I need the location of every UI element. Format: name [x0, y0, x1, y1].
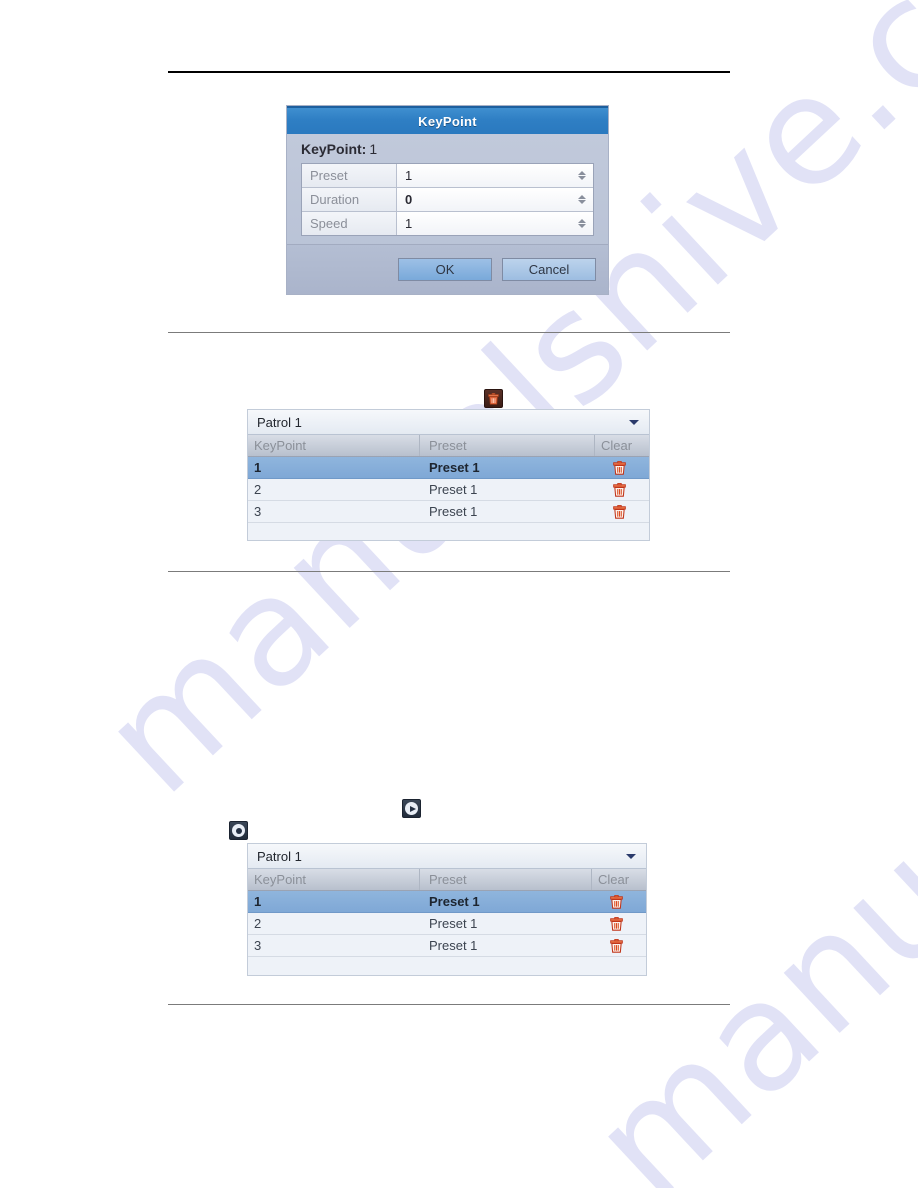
patrol-select-value: Patrol 1	[257, 848, 302, 864]
column-header-clear[interactable]: Clear	[595, 435, 649, 456]
cell-preset: Preset 1	[429, 916, 478, 931]
table-row[interactable]: 2 Preset 1	[248, 913, 646, 935]
ok-button[interactable]: OK	[398, 258, 492, 281]
keypoint-dialog: KeyPoint KeyPoint: 1 Preset 1 Duration 0…	[287, 106, 608, 294]
section-rule-3	[168, 1004, 730, 1005]
speed-input[interactable]: 1	[397, 212, 593, 235]
play-glyph	[405, 802, 418, 815]
table-row[interactable]: 3 Preset 1	[248, 935, 646, 957]
row-delete-button[interactable]	[592, 938, 646, 953]
patrol-select[interactable]: Patrol 1	[248, 844, 646, 869]
cell-preset: Preset 1	[429, 482, 478, 497]
cell-keypoint: 3	[254, 938, 262, 953]
keypoint-fields: Preset 1 Duration 0 Speed 1	[301, 163, 594, 236]
spinner-icon[interactable]	[576, 168, 587, 184]
column-header-preset: Preset	[420, 869, 592, 890]
cell-keypoint: 1	[254, 894, 262, 909]
duration-value: 0	[405, 192, 413, 207]
record-glyph	[232, 824, 245, 837]
field-row-duration: Duration 0	[302, 188, 593, 212]
chevron-down-icon[interactable]	[626, 853, 636, 859]
record-circle-icon[interactable]	[229, 821, 248, 840]
table-row[interactable]: 1 Preset 1	[248, 457, 649, 479]
dialog-title: KeyPoint	[287, 106, 608, 134]
preset-input[interactable]: 1	[397, 164, 593, 187]
table-row[interactable]: 2 Preset 1	[248, 479, 649, 501]
cell-preset: Preset 1	[429, 938, 478, 953]
patrol-panel: Patrol 1 KeyPoint Preset Clear 1 Preset …	[247, 843, 647, 976]
chevron-down-icon[interactable]	[629, 419, 639, 425]
cell-keypoint: 2	[254, 482, 262, 497]
spinner-icon[interactable]	[576, 192, 587, 208]
speed-value: 1	[405, 216, 413, 231]
table-header-row: KeyPoint Preset Clear	[248, 869, 646, 891]
row-delete-button[interactable]	[595, 504, 649, 519]
keypoint-summary-value: 1	[369, 141, 378, 157]
duration-input[interactable]: 0	[397, 188, 593, 211]
row-delete-button[interactable]	[595, 482, 649, 497]
cancel-button[interactable]: Cancel	[502, 258, 596, 281]
cell-keypoint: 3	[254, 504, 262, 519]
table-filler	[248, 523, 649, 539]
patrol-select-value: Patrol 1	[257, 414, 302, 430]
row-delete-button[interactable]	[592, 916, 646, 931]
cell-keypoint: 2	[254, 916, 262, 931]
row-delete-button[interactable]	[595, 460, 649, 475]
field-label-speed: Speed	[302, 212, 397, 235]
field-row-speed: Speed 1	[302, 212, 593, 235]
patrol-select[interactable]: Patrol 1	[248, 410, 649, 435]
column-header-clear[interactable]: Clear	[592, 869, 646, 890]
table-header-row: KeyPoint Preset Clear	[248, 435, 649, 457]
cell-keypoint: 1	[254, 460, 262, 475]
field-label-duration: Duration	[302, 188, 397, 211]
patrol-table: KeyPoint Preset Clear 1 Preset 1 2 Prese…	[248, 435, 649, 539]
table-row[interactable]: 1 Preset 1	[248, 891, 646, 913]
column-header-keypoint: KeyPoint	[248, 435, 420, 456]
trash-icon[interactable]	[484, 389, 503, 408]
patrol-panel: Patrol 1 KeyPoint Preset Clear 1 Preset …	[247, 409, 650, 541]
dialog-footer: OK Cancel	[287, 244, 608, 294]
section-rule-2	[168, 571, 730, 572]
cell-preset: Preset 1	[429, 894, 480, 909]
keypoint-summary: KeyPoint: 1	[287, 134, 608, 163]
patrol-table: KeyPoint Preset Clear 1 Preset 1 2 Prese…	[248, 869, 646, 973]
watermark-text: manualshive.com	[560, 190, 918, 1188]
section-rule-1	[168, 332, 730, 333]
cell-preset: Preset 1	[429, 504, 478, 519]
page-header-rule	[168, 71, 730, 73]
play-circle-icon[interactable]	[402, 799, 421, 818]
table-filler	[248, 957, 646, 973]
preset-value: 1	[405, 168, 413, 183]
field-row-preset: Preset 1	[302, 164, 593, 188]
spinner-icon[interactable]	[576, 216, 587, 232]
column-header-preset: Preset	[420, 435, 595, 456]
keypoint-summary-label: KeyPoint:	[301, 141, 367, 157]
row-delete-button[interactable]	[592, 894, 646, 909]
column-header-keypoint: KeyPoint	[248, 869, 420, 890]
cell-preset: Preset 1	[429, 460, 480, 475]
table-row[interactable]: 3 Preset 1	[248, 501, 649, 523]
field-label-preset: Preset	[302, 164, 397, 187]
